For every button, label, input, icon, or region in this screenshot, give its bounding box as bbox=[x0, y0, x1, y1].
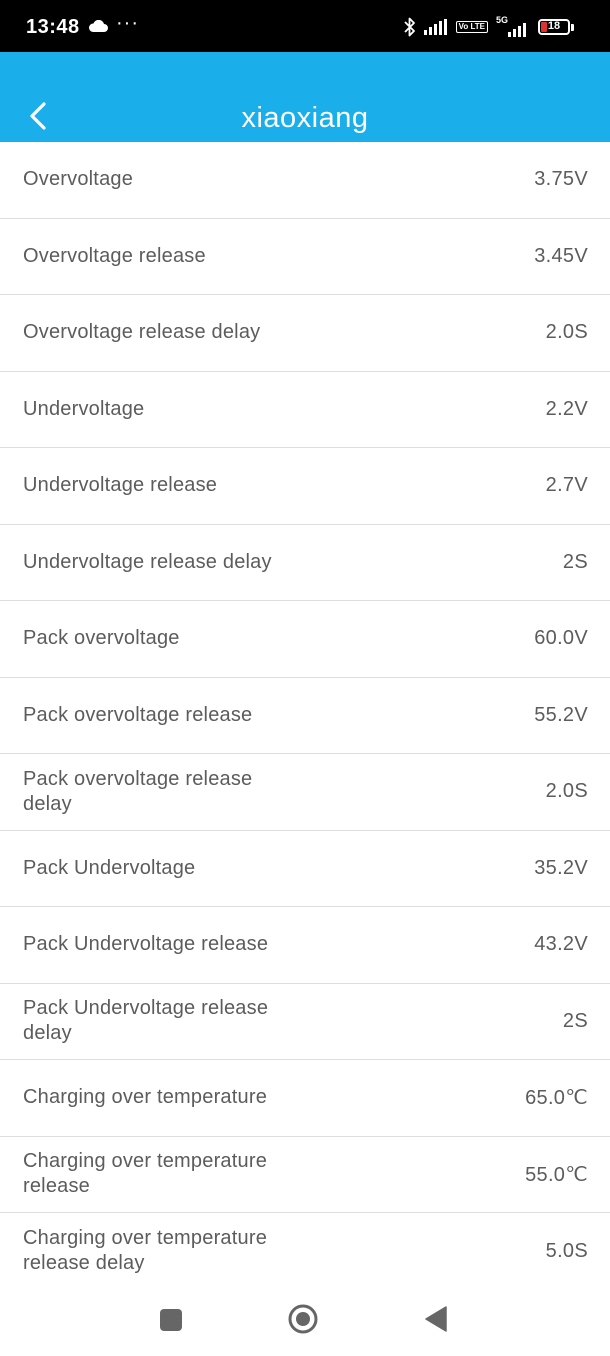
setting-row-undervoltage-release[interactable]: Undervoltage release 2.7V bbox=[0, 448, 610, 525]
status-icons: Vo LTE 5G 18 bbox=[403, 15, 574, 39]
setting-value: 2.2V bbox=[545, 397, 588, 420]
setting-label: Pack overvoltage release delay bbox=[23, 767, 253, 815]
setting-row-charging-over-temperature[interactable]: Charging over temperature 65.0℃ bbox=[0, 1060, 610, 1137]
system-nav-bar bbox=[0, 1282, 610, 1356]
setting-value: 43.2V bbox=[534, 933, 588, 956]
setting-value: 2.7V bbox=[545, 474, 588, 497]
setting-value: 5.0S bbox=[545, 1239, 588, 1262]
setting-label: Overvoltage release delay bbox=[23, 321, 261, 344]
setting-row-pack-overvoltage[interactable]: Pack overvoltage 60.0V bbox=[0, 601, 610, 678]
recents-square-icon[interactable] bbox=[160, 1309, 182, 1331]
setting-label: Undervoltage bbox=[23, 397, 145, 420]
setting-label: Pack overvoltage release bbox=[23, 703, 253, 726]
setting-value: 55.2V bbox=[534, 703, 588, 726]
settings-list: Overvoltage 3.75V Overvoltage release 3.… bbox=[0, 142, 610, 1290]
page-title: xiaoxiang bbox=[241, 102, 369, 134]
setting-label: Overvoltage release bbox=[23, 244, 206, 267]
signal-icon bbox=[423, 19, 447, 35]
5g-signal-icon: 5G bbox=[496, 15, 530, 37]
setting-label: Charging over temperature release delay bbox=[23, 1227, 268, 1275]
more-notifications-indicator: ··· bbox=[116, 12, 139, 34]
bluetooth-icon bbox=[403, 17, 415, 37]
setting-label: Undervoltage release delay bbox=[23, 550, 272, 573]
setting-row-charging-over-temperature-release[interactable]: Charging over temperature release 55.0℃ bbox=[0, 1137, 610, 1213]
volte-icon: Vo LTE bbox=[455, 21, 488, 33]
network-type-label: 5G bbox=[496, 15, 509, 25]
setting-row-pack-undervoltage-release[interactable]: Pack Undervoltage release 43.2V bbox=[0, 907, 610, 984]
setting-value: 55.0℃ bbox=[525, 1163, 588, 1186]
setting-row-pack-overvoltage-release[interactable]: Pack overvoltage release 55.2V bbox=[0, 678, 610, 754]
setting-value: 2S bbox=[562, 550, 588, 573]
setting-value: 60.0V bbox=[534, 627, 588, 650]
setting-label: Pack overvoltage bbox=[23, 627, 180, 650]
setting-label: Charging over temperature bbox=[23, 1086, 268, 1109]
setting-label: Undervoltage release bbox=[23, 474, 218, 497]
setting-row-pack-undervoltage[interactable]: Pack Undervoltage 35.2V bbox=[0, 831, 610, 907]
status-time: 13:48 bbox=[26, 16, 80, 38]
setting-row-overvoltage-release-delay[interactable]: Overvoltage release delay 2.0S bbox=[0, 295, 610, 372]
setting-row-pack-undervoltage-release-delay[interactable]: Pack Undervoltage release delay 2S bbox=[0, 984, 610, 1060]
setting-row-charging-over-temperature-release-delay[interactable]: Charging over temperature release delay … bbox=[0, 1213, 610, 1290]
setting-value: 3.45V bbox=[534, 244, 588, 267]
cloud-icon bbox=[89, 20, 108, 32]
battery-icon: 18 bbox=[538, 19, 574, 35]
home-circle-icon[interactable] bbox=[288, 1304, 318, 1334]
back-triangle-icon[interactable] bbox=[424, 1305, 448, 1333]
setting-label: Pack Undervoltage release bbox=[23, 933, 269, 956]
setting-row-overvoltage[interactable]: Overvoltage 3.75V bbox=[0, 142, 610, 219]
setting-label: Charging over temperature release bbox=[23, 1150, 268, 1198]
setting-value: 35.2V bbox=[534, 856, 588, 879]
setting-value: 65.0℃ bbox=[525, 1087, 588, 1110]
setting-value: 2.0S bbox=[545, 321, 588, 344]
setting-row-overvoltage-release[interactable]: Overvoltage release 3.45V bbox=[0, 219, 610, 295]
setting-value: 2.0S bbox=[545, 780, 588, 803]
app-bar: xiaoxiang bbox=[0, 52, 610, 142]
setting-label: Pack Undervoltage bbox=[23, 856, 196, 879]
setting-row-pack-overvoltage-release-delay[interactable]: Pack overvoltage release delay 2.0S bbox=[0, 754, 610, 831]
setting-row-undervoltage-release-delay[interactable]: Undervoltage release delay 2S bbox=[0, 525, 610, 601]
setting-value: 2S bbox=[562, 1009, 588, 1032]
setting-row-undervoltage[interactable]: Undervoltage 2.2V bbox=[0, 372, 610, 448]
battery-level: 18 bbox=[547, 20, 561, 32]
setting-label: Overvoltage bbox=[23, 168, 134, 191]
setting-label: Pack Undervoltage release delay bbox=[23, 997, 269, 1045]
setting-value: 3.75V bbox=[534, 168, 588, 191]
status-bar: 13:48 ··· Vo LTE 5G 18 bbox=[0, 0, 610, 52]
